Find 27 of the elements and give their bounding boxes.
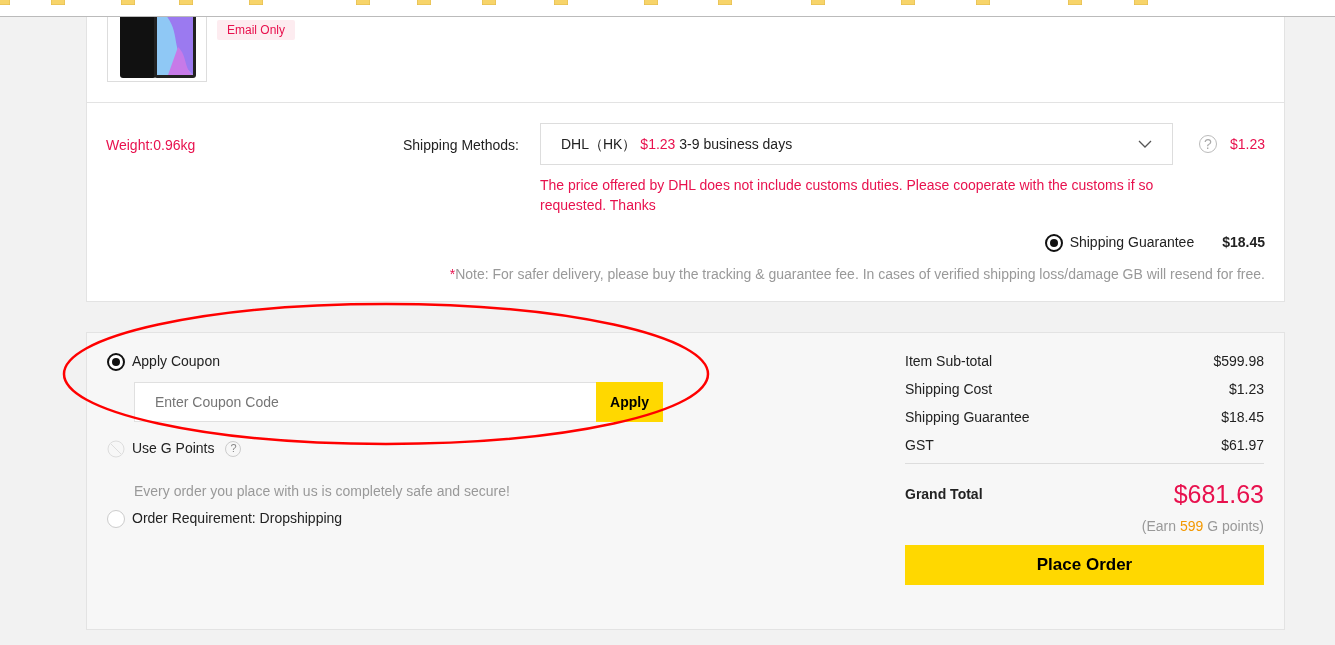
summary-label: Shipping Guarantee — [905, 408, 1030, 427]
shipping-guarantee-label: Shipping Guarantee — [1069, 233, 1195, 252]
summary-value: $18.45 — [1221, 408, 1264, 427]
summary-label: Shipping Cost — [905, 380, 993, 399]
guarantee-price: $18.45 — [1222, 233, 1265, 252]
option-label: Use G Points — [132, 439, 215, 458]
points-earned-text: (Earn 599 G points) — [1140, 516, 1264, 536]
summary-label: GST — [905, 436, 934, 455]
option-label: Order Requirement: Dropshipping — [132, 509, 343, 528]
summary-label: Item Sub-total — [905, 352, 993, 371]
place-order-button[interactable]: Place Order — [905, 544, 1264, 585]
coupon-input[interactable]: Enter Coupon Code — [134, 382, 596, 422]
weight-text: Weight:0.96kg — [106, 136, 197, 155]
email-only-badge: Email Only — [217, 20, 295, 40]
summary-value: $599.98 — [1213, 352, 1264, 371]
shipping-warning: The price offered by DHL does not include customs duties. Please cooperate with the customs if so requested. Thanks — [540, 176, 1155, 215]
apply-button[interactable]: Apply — [596, 382, 663, 422]
security-note: Every order you place with us is completely safe and secure! — [134, 482, 511, 501]
option-label: Apply Coupon — [132, 352, 220, 371]
shipping-method-select[interactable]: DHL（HK） $1.23 3-9 business days — [540, 123, 1173, 165]
grand-total-label: Grand Total — [905, 485, 983, 505]
shipping-methods-label: Shipping Methods: — [403, 136, 520, 155]
shipping-note: *Note: For safer delivery, please buy the tracking & guarantee fee. In cases of verified shipping loss/damage GB will resend for free. — [448, 265, 1266, 284]
summary-value: $1.23 — [1228, 380, 1264, 399]
grand-total-value: $681.63 — [1173, 479, 1264, 510]
shipping-price: $1.23 — [1229, 135, 1265, 154]
summary-value: $61.97 — [1221, 436, 1264, 455]
